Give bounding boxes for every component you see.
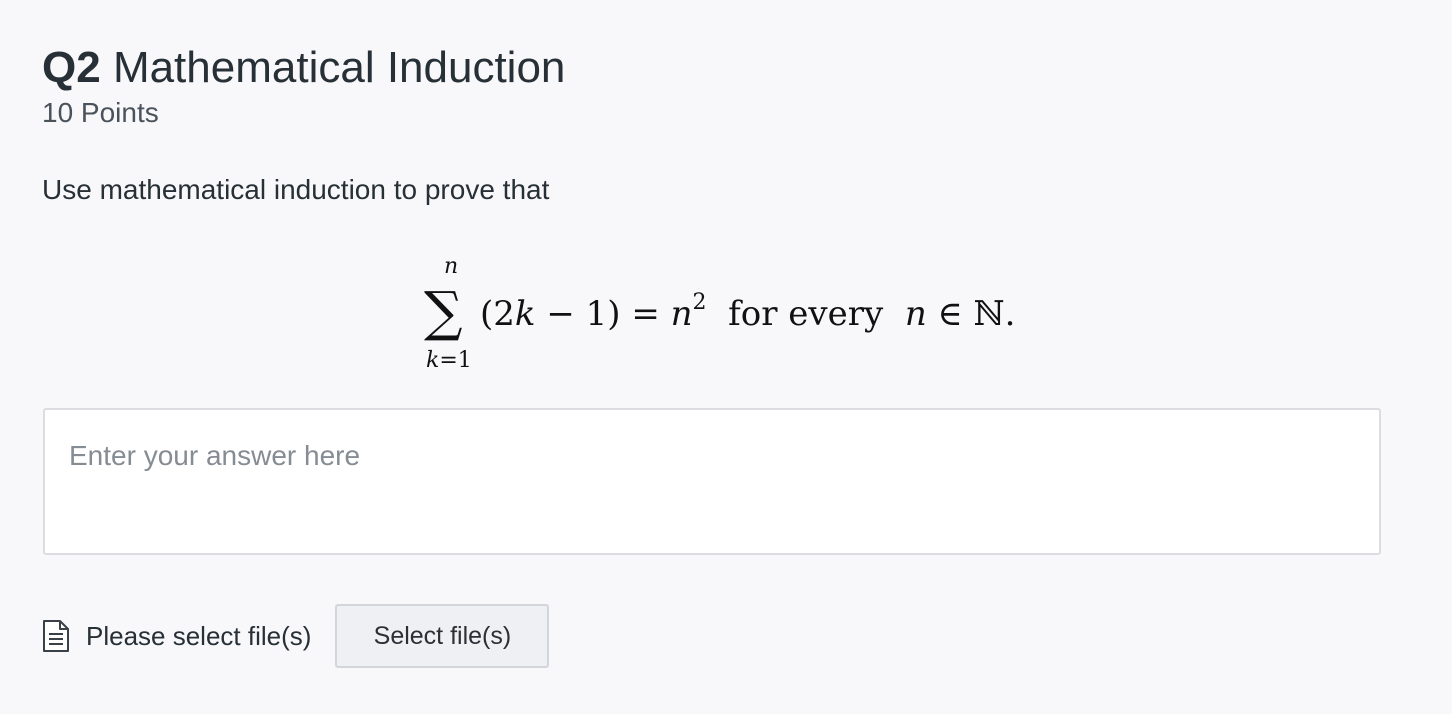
formula-for-every: for every <box>728 294 884 334</box>
question-title-text: Mathematical Induction <box>112 43 566 92</box>
formula-in-set: ∈ ℕ. <box>926 294 1016 334</box>
sum-lower-limit: k=1 <box>426 348 472 374</box>
question-prompt: Use mathematical induction to prove that <box>42 174 550 205</box>
file-upload-row: Please select file(s) Select file(s) <box>42 604 550 668</box>
formula-k: k <box>514 294 536 334</box>
summation-symbol: ∑ <box>424 280 463 343</box>
formula-minus-one: − 1) = <box>535 294 671 334</box>
formula-n: n <box>670 294 693 334</box>
file-upload-label: Please select file(s) <box>86 620 312 651</box>
answer-input[interactable] <box>43 408 1381 555</box>
question-points: 10 Points <box>42 97 159 128</box>
sum-lower-rest: =1 <box>439 348 472 373</box>
formula-n-var: n <box>904 294 927 334</box>
formula-exponent: 2 <box>692 290 707 315</box>
select-files-button[interactable]: Select file(s) <box>335 604 550 668</box>
formula-open: (2 <box>480 294 515 334</box>
sum-lower-var: k <box>426 348 440 373</box>
question-number: Q2 <box>42 43 101 92</box>
sum-upper-limit: n <box>444 254 459 279</box>
math-formula: n ∑ k=1 (2k − 1) = n2 for every n ∈ ℕ. <box>420 248 1020 388</box>
formula-body: (2k − 1) = n2 for every n ∈ ℕ. <box>480 292 1015 336</box>
file-document-icon <box>42 620 70 652</box>
question-title: Q2 Mathematical Induction <box>42 38 565 98</box>
question-header: Q2 Mathematical Induction 10 Points <box>42 38 565 130</box>
